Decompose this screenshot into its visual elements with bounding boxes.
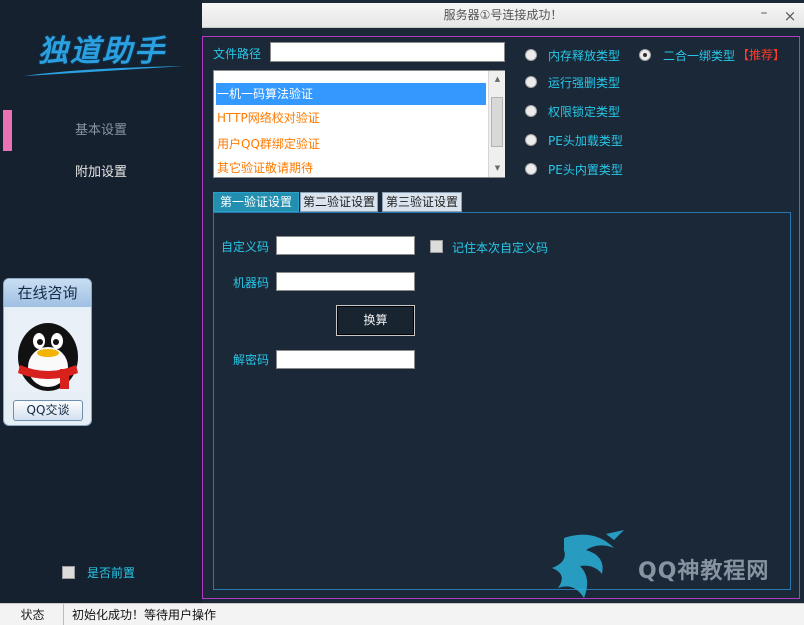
radio-pe-header-embed[interactable] <box>525 163 537 175</box>
radio-two-in-one[interactable] <box>639 49 651 61</box>
status-message: 初始化成功！等待用户操作 <box>72 608 217 622</box>
list-item[interactable]: 其它验证敬请期待 <box>216 157 486 179</box>
remember-label: 记住本次自定义码 <box>452 241 549 255</box>
minimize-button[interactable]: – <box>754 5 774 25</box>
radio-label: 二合一绑类型 <box>663 49 736 63</box>
compute-button[interactable]: 换算 <box>336 305 415 336</box>
nav-item-basic-settings[interactable]: 基本设置 <box>0 115 202 147</box>
logo-swoosh-icon <box>24 66 184 76</box>
title-bar: 服务器①号连接成功！ – × <box>202 3 804 28</box>
list-item[interactable]: 用户QQ群绑定验证 <box>216 133 486 155</box>
qq-chat-button[interactable]: QQ交谈 <box>13 400 83 421</box>
topmost-label: 是否前置 <box>87 566 136 580</box>
consult-title: 在线咨询 <box>4 279 91 307</box>
list-item[interactable]: HTTP网络校对验证 <box>216 107 486 129</box>
tab-first-verify[interactable]: 第一验证设置 <box>213 192 299 212</box>
decode-label: 解密码 <box>233 353 270 367</box>
online-consult-widget: 在线咨询 QQ交谈 <box>3 278 92 426</box>
filepath-label: 文件路径 <box>213 47 262 61</box>
custom-code-label: 自定义码 <box>221 240 270 254</box>
radio-force-delete[interactable] <box>525 76 537 88</box>
close-button[interactable]: × <box>780 5 800 25</box>
recommend-badge: 【推荐】 <box>737 48 786 62</box>
scroll-thumb[interactable] <box>491 97 503 147</box>
dragon-watermark-icon <box>552 530 624 598</box>
machine-code-input[interactable] <box>276 272 415 291</box>
scroll-up-icon[interactable]: ▲ <box>489 71 506 88</box>
nav-item-extra-settings[interactable]: 附加设置 <box>0 157 202 189</box>
machine-code-label: 机器码 <box>233 276 270 290</box>
radio-label: 运行强删类型 <box>548 76 621 90</box>
custom-code-input[interactable] <box>276 236 415 255</box>
tab-panel <box>213 212 791 590</box>
radio-pe-header-load[interactable] <box>525 134 537 146</box>
watermark-text: QQ神教程网 <box>638 559 770 584</box>
radio-label: 内存释放类型 <box>548 49 621 63</box>
radio-permission-lock[interactable] <box>525 105 537 117</box>
radio-label: PE头加载类型 <box>548 134 623 148</box>
remember-checkbox[interactable] <box>430 240 443 253</box>
scroll-down-icon[interactable]: ▼ <box>489 160 506 177</box>
tab-third-verify[interactable]: 第三验证设置 <box>382 192 462 212</box>
status-bar: 状态 初始化成功！等待用户操作 <box>0 603 804 625</box>
list-scrollbar[interactable]: ▲ ▼ <box>488 71 505 177</box>
list-item[interactable]: 一机一码算法验证 <box>216 83 486 105</box>
radio-label: PE头内置类型 <box>548 163 623 177</box>
verify-method-list[interactable]: 一机一码算法验证 HTTP网络校对验证 用户QQ群绑定验证 其它验证敬请期待 ▲… <box>213 70 505 178</box>
status-label: 状态 <box>2 604 64 625</box>
topmost-checkbox[interactable] <box>62 566 75 579</box>
tab-second-verify[interactable]: 第二验证设置 <box>300 192 378 212</box>
decode-input[interactable] <box>276 350 415 369</box>
radio-memory-release[interactable] <box>525 49 537 61</box>
filepath-input[interactable] <box>270 42 505 62</box>
window-title: 服务器①号连接成功！ <box>443 8 563 22</box>
radio-label: 权限锁定类型 <box>548 105 621 119</box>
qq-penguin-icon <box>8 311 88 393</box>
